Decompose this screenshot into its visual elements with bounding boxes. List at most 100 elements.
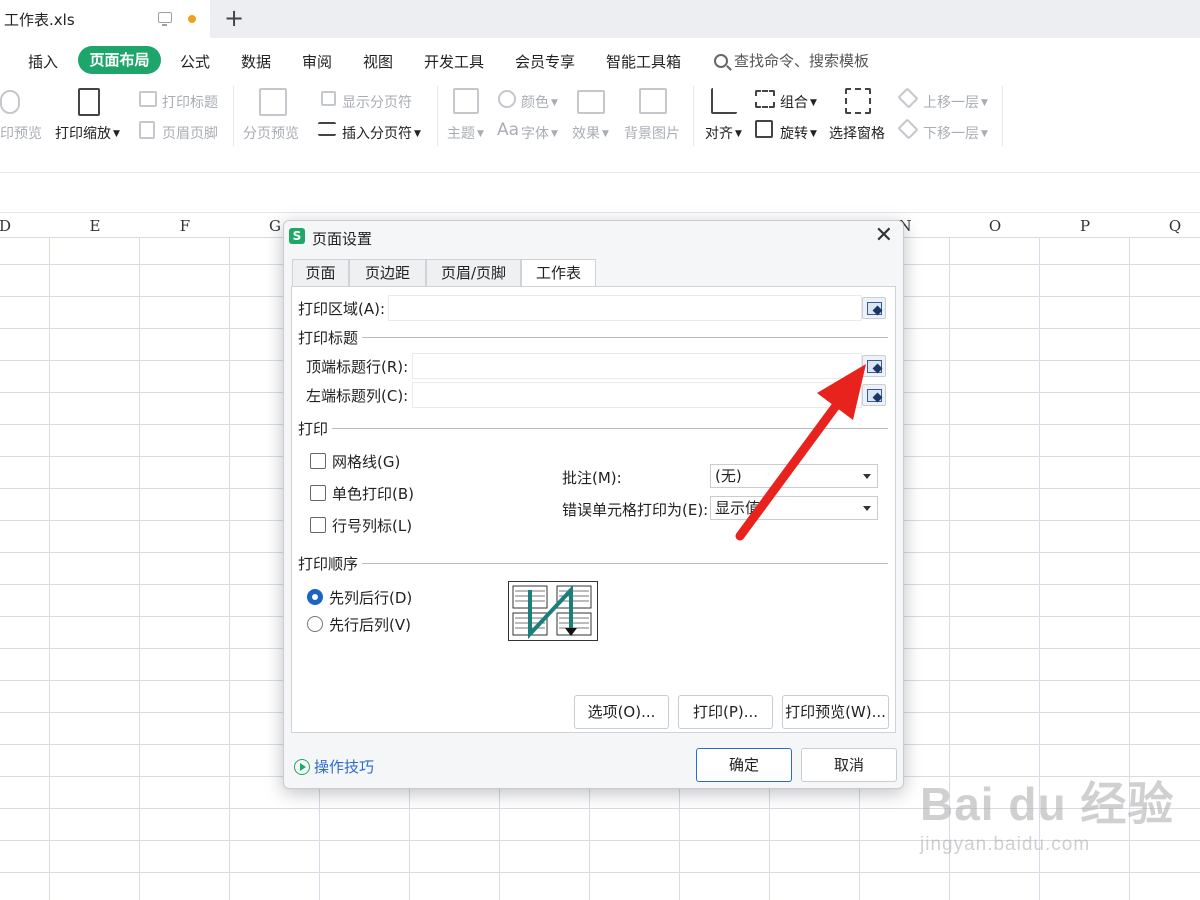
tips-link[interactable]: 操作技巧 — [294, 756, 374, 777]
column-header-q[interactable]: Q — [1130, 217, 1200, 235]
print-preview-button[interactable]: 印预览 — [0, 123, 42, 143]
column-header-d[interactable]: D — [0, 217, 50, 235]
background-image-button[interactable]: 背景图片 — [624, 123, 680, 143]
menu-data[interactable]: 数据 — [241, 51, 271, 72]
tab-sheet[interactable]: 工作表 — [521, 259, 596, 288]
color-label: 颜色 — [521, 95, 549, 111]
theme-label: 主题 — [447, 126, 475, 142]
print-scale-button[interactable]: 打印缩放 ▼ — [55, 123, 120, 143]
menu-bar: 插入 页面布局 公式 数据 审阅 视图 开发工具 会员专享 智能工具箱 查找命令… — [0, 38, 1200, 82]
tab-page[interactable]: 页面 — [292, 259, 349, 287]
menu-page-layout[interactable]: 页面布局 — [78, 46, 161, 74]
print-titles-section-label: 打印标题 — [298, 329, 359, 347]
dialog-title: 页面设置 — [312, 230, 373, 248]
background-image-icon — [639, 88, 667, 114]
formula-bar-divider — [0, 172, 1200, 173]
print-area-range-picker-icon[interactable] — [862, 297, 886, 319]
print-area-input[interactable] — [388, 295, 862, 321]
left-cols-input[interactable] — [412, 382, 862, 408]
effect-button[interactable]: 效果 ▼ — [572, 123, 609, 143]
send-backward-label: 下移一层 — [923, 126, 979, 142]
unsaved-dot-icon — [188, 15, 196, 23]
send-backward-button[interactable]: 下移一层 ▼ — [923, 123, 988, 143]
close-icon[interactable]: ✕ — [875, 225, 893, 247]
watermark-brand: Bai du 经验 — [920, 778, 1175, 830]
error-cells-select[interactable]: 显示值 — [710, 496, 878, 520]
rotate-button[interactable]: 旋转 ▼ — [780, 123, 817, 143]
print-order-preview-icon — [508, 581, 598, 641]
options-button[interactable]: 选项(O)... — [574, 695, 669, 729]
print-title-button[interactable]: 打印标题 — [162, 92, 218, 112]
tab-bar: 工作表.xls + — [0, 0, 1200, 38]
row-col-headings-checkbox[interactable] — [310, 517, 326, 533]
baidu-jingyan-watermark: Bai du 经验 jingyan.baidu.com — [920, 768, 1174, 856]
menu-view[interactable]: 视图 — [363, 51, 393, 72]
order-over-then-down-radio[interactable] — [307, 616, 323, 632]
selection-pane-icon — [845, 88, 871, 114]
wps-sheet-logo-icon: S — [289, 228, 305, 244]
column-header-o[interactable]: O — [950, 217, 1040, 235]
ribbon-toolbar: 印预览 打印缩放 ▼ 打印标题 页眉页脚 分页预览 显示分页符 插入分页符 ▼ 主题… — [0, 82, 1200, 154]
theme-button[interactable]: 主题 ▼ — [447, 123, 484, 143]
menu-smart-toolbox[interactable]: 智能工具箱 — [606, 51, 681, 72]
bring-forward-label: 上移一层 — [923, 95, 979, 111]
selection-pane-button[interactable]: 选择窗格 — [829, 123, 885, 143]
color-button[interactable]: 颜色 ▼ — [521, 92, 558, 112]
tab-margins[interactable]: 页边距 — [349, 259, 426, 287]
monochrome-label: 单色打印(B) — [332, 485, 414, 503]
monochrome-checkbox[interactable] — [310, 485, 326, 501]
toolbar-divider — [233, 86, 234, 146]
error-cells-select-value: 显示值 — [715, 499, 761, 517]
page-setup-dialog: S 页面设置 ✕ 页面 页边距 页眉/页脚 工作表 打印区域(A): 打印标题 … — [283, 220, 904, 789]
header-footer-button[interactable]: 页眉页脚 — [162, 123, 218, 143]
toolbar-divider — [1002, 86, 1003, 146]
align-button[interactable]: 对齐 ▼ — [705, 123, 742, 143]
bring-forward-button[interactable]: 上移一层 ▼ — [923, 92, 988, 112]
show-page-break-checkbox[interactable] — [321, 91, 336, 106]
align-label: 对齐 — [705, 126, 733, 142]
page-break-preview-icon — [259, 88, 287, 116]
top-rows-range-picker-icon[interactable] — [862, 355, 886, 377]
ok-button[interactable]: 确定 — [696, 748, 792, 782]
theme-icon — [453, 88, 479, 114]
file-tab[interactable]: 工作表.xls — [0, 0, 210, 38]
print-preview-dialog-button[interactable]: 打印预览(W)... — [782, 695, 889, 729]
tab-header-footer[interactable]: 页眉/页脚 — [426, 259, 521, 287]
page-break-preview-button[interactable]: 分页预览 — [243, 123, 299, 143]
group-button[interactable]: 组合 ▼ — [780, 92, 817, 112]
column-header-f[interactable]: F — [140, 217, 230, 235]
file-tab-title: 工作表.xls — [4, 11, 75, 29]
cancel-button[interactable]: 取消 — [801, 748, 897, 782]
insert-page-break-button[interactable]: 插入分页符 ▼ — [342, 123, 421, 143]
section-divider — [332, 428, 888, 429]
gridlines-checkbox[interactable] — [310, 453, 326, 469]
error-cells-label: 错误单元格打印为(E): — [562, 501, 709, 519]
search-placeholder: 查找命令、搜索模板 — [734, 52, 870, 70]
command-search[interactable]: 查找命令、搜索模板 — [714, 50, 869, 71]
monitor-icon[interactable] — [158, 12, 172, 26]
left-cols-label: 左端标题列(C): — [306, 387, 409, 405]
show-page-break-label: 显示分页符 — [342, 95, 412, 111]
order-down-then-over-radio[interactable] — [307, 589, 323, 605]
group-label: 组合 — [780, 95, 808, 111]
menu-review[interactable]: 审阅 — [302, 51, 332, 72]
menu-insert[interactable]: 插入 — [28, 51, 58, 72]
menu-formula[interactable]: 公式 — [180, 51, 210, 72]
menu-member[interactable]: 会员专享 — [515, 51, 575, 72]
new-tab-plus-icon[interactable]: + — [222, 4, 246, 32]
font-aa-icon: Aa — [497, 120, 520, 140]
left-cols-range-picker-icon[interactable] — [862, 384, 886, 406]
column-header-p[interactable]: P — [1040, 217, 1130, 235]
column-header-e[interactable]: E — [50, 217, 140, 235]
font-button[interactable]: 字体 ▼ — [521, 123, 558, 143]
tips-link-label: 操作技巧 — [314, 758, 375, 776]
print-button[interactable]: 打印(P)... — [678, 695, 773, 729]
menu-developer[interactable]: 开发工具 — [424, 51, 484, 72]
print-preview-icon — [0, 90, 20, 114]
comments-select-value: (无) — [715, 467, 742, 485]
top-rows-input[interactable] — [412, 353, 862, 379]
comments-select[interactable]: (无) — [710, 464, 878, 488]
print-section-label: 打印 — [298, 420, 329, 438]
insert-page-break-label: 插入分页符 — [342, 126, 412, 142]
print-scale-icon — [78, 88, 100, 116]
